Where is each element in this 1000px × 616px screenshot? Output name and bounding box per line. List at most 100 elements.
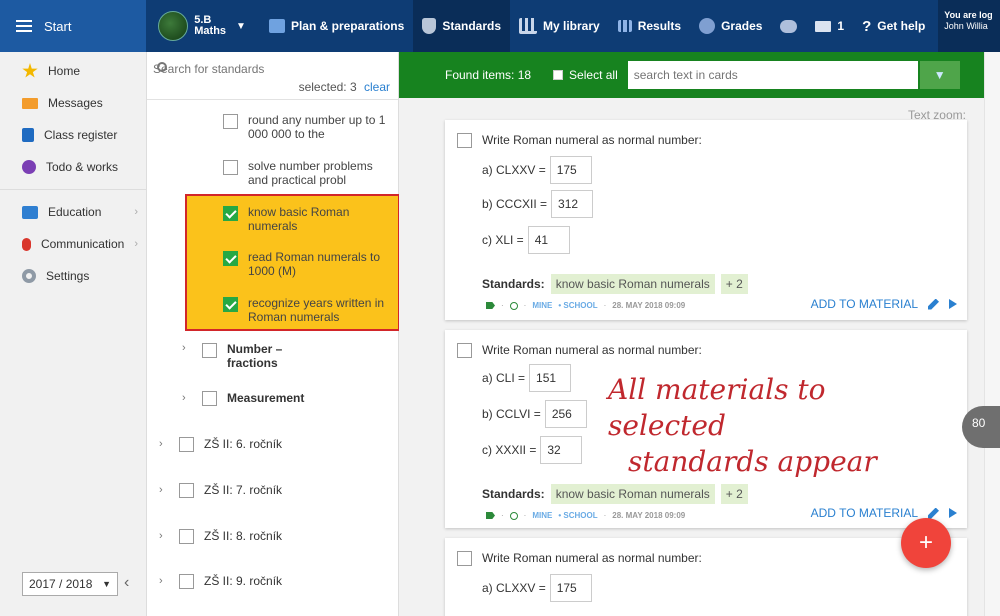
chevron-right-icon[interactable]: › <box>159 530 169 542</box>
question-icon: ? <box>862 17 872 35</box>
add-fab-button[interactable]: + <box>901 518 951 568</box>
scrollbar[interactable] <box>984 52 1000 616</box>
user-account[interactable]: You are log John Willia <box>938 0 1000 52</box>
select-all-checkbox[interactable] <box>553 70 564 80</box>
globe-icon <box>509 301 518 310</box>
more-standards-tag[interactable]: + 2 <box>720 274 748 294</box>
tree-checkbox[interactable] <box>202 343 217 358</box>
standard-item[interactable]: round any number up to 1 000 000 to the <box>223 113 388 141</box>
nav-standards[interactable]: Standards <box>413 0 510 52</box>
start-menu-button[interactable]: Start <box>0 0 147 52</box>
school-year-select[interactable]: 2017 / 2018 ▼ <box>22 572 118 596</box>
add-to-material-link[interactable]: ADD TO MATERIAL <box>811 506 918 520</box>
sidebar-item-home[interactable]: Home <box>0 55 146 87</box>
standard-tag[interactable]: know basic Roman numerals <box>550 274 715 294</box>
hamburger-icon <box>16 20 32 32</box>
tree-checkbox[interactable] <box>179 574 194 589</box>
chevron-right-icon[interactable]: › <box>159 575 169 587</box>
standard-item[interactable]: know basic Roman numerals <box>223 205 388 233</box>
sidebar-item-communication[interactable]: Communication › <box>0 228 146 260</box>
tree-checkbox[interactable] <box>202 391 217 406</box>
standard-tag[interactable]: know basic Roman numerals <box>550 484 715 504</box>
answer-field[interactable]: 175 <box>549 156 592 184</box>
mail-button[interactable]: 1 <box>806 0 853 52</box>
chat-button[interactable] <box>771 0 806 52</box>
standard-checkbox[interactable] <box>223 114 238 129</box>
tree-checkbox[interactable] <box>179 437 194 452</box>
card-checkbox[interactable] <box>457 343 472 358</box>
sidebar-item-messages[interactable]: Messages <box>0 87 146 119</box>
pencil-icon[interactable] <box>928 507 939 519</box>
chevron-right-icon: › <box>134 238 138 250</box>
standard-item[interactable]: recognize years written in Roman numeral… <box>223 296 388 324</box>
tag-icon <box>486 512 495 519</box>
answer-field[interactable]: 256 <box>544 400 587 428</box>
chevron-right-icon[interactable]: › <box>159 438 169 450</box>
standard-checkbox[interactable] <box>223 160 238 175</box>
card-checkbox[interactable] <box>457 133 472 148</box>
standards-label: Standards: <box>482 277 545 291</box>
answer-field[interactable]: 32 <box>540 436 583 464</box>
clear-selection-link[interactable]: clear <box>364 80 390 94</box>
communication-icon <box>22 237 31 251</box>
material-card: Write Roman numeral as normal number: a)… <box>445 120 967 320</box>
owner-label: MINE <box>532 511 553 520</box>
standard-checkbox-checked[interactable] <box>223 297 238 312</box>
sidebar-item-settings[interactable]: Settings <box>0 260 146 292</box>
nav-my-library[interactable]: My library <box>510 0 609 52</box>
filter-button[interactable]: ▼ <box>919 61 960 89</box>
user-name: John Willia <box>944 21 988 31</box>
answer-field[interactable]: 151 <box>529 364 572 392</box>
chevron-right-icon[interactable]: › <box>182 342 192 354</box>
scope-label: • SCHOOL <box>558 511 598 520</box>
bar-chart-icon <box>617 20 632 32</box>
user-status: You are log <box>944 10 993 20</box>
standards-search: selected: 3 clear <box>147 52 398 100</box>
play-icon[interactable] <box>949 299 957 309</box>
chevron-right-icon[interactable]: › <box>182 392 192 404</box>
add-to-material-link[interactable]: ADD TO MATERIAL <box>811 297 918 311</box>
nav-plan-preparations[interactable]: Plan & preparations <box>260 0 413 52</box>
standard-checkbox-checked[interactable] <box>223 251 238 266</box>
annotation-callout: All materials to selected standards appe… <box>608 373 877 478</box>
play-icon[interactable] <box>949 508 957 518</box>
answer-field[interactable]: 175 <box>549 574 592 602</box>
standard-checkbox-checked[interactable] <box>223 206 238 221</box>
standard-item[interactable]: read Roman numerals to 1000 (M) <box>223 250 388 278</box>
globe-icon <box>509 511 518 520</box>
top-navigation-bar: Start 5.B Maths ▼ Plan & preparations St… <box>0 0 1000 52</box>
more-standards-tag[interactable]: + 2 <box>720 484 748 504</box>
tree-node[interactable]: › ZŠ II: 8. ročník <box>159 528 282 544</box>
tree-node[interactable]: › ZŠ II: 7. ročník <box>159 482 282 498</box>
tree-node[interactable]: › ZŠ II: 6. ročník <box>159 436 282 452</box>
sidebar-item-education[interactable]: Education › <box>0 196 146 228</box>
select-all-toggle[interactable]: Select all <box>553 68 618 82</box>
chevron-right-icon: › <box>134 206 138 218</box>
standards-search-input[interactable] <box>153 62 293 76</box>
standard-item[interactable]: solve number problems and practical prob… <box>223 159 388 187</box>
pencil-icon[interactable] <box>928 298 939 310</box>
date-label: 28. MAY 2018 09:09 <box>612 301 686 310</box>
tree-node[interactable]: › Measurement <box>182 390 304 406</box>
answer-field[interactable]: 41 <box>527 226 570 254</box>
class-selector[interactable]: 5.B Maths ▼ <box>158 11 246 41</box>
answer-field[interactable]: 312 <box>551 190 594 218</box>
tree-node[interactable]: › Number – fractions <box>182 342 307 370</box>
owner-label: MINE <box>532 301 553 310</box>
tree-checkbox[interactable] <box>179 483 194 498</box>
help-button[interactable]: ? Get help <box>853 0 934 52</box>
sidebar-item-todo-works[interactable]: Todo & works <box>0 151 146 183</box>
card-checkbox[interactable] <box>457 551 472 566</box>
side-progress-badge[interactable]: 80 <box>962 406 1000 448</box>
nav-results[interactable]: Results <box>609 0 690 52</box>
collapse-sidebar-icon[interactable]: ‹ <box>124 574 129 592</box>
selected-count: selected: 3 <box>298 80 357 94</box>
scope-label: • SCHOOL <box>558 301 598 310</box>
card-text-search-input[interactable] <box>627 61 918 89</box>
sidebar-divider <box>0 189 146 190</box>
tree-checkbox[interactable] <box>179 529 194 544</box>
sidebar-item-class-register[interactable]: Class register <box>0 119 146 151</box>
tree-node[interactable]: › ZŠ II: 9. ročník <box>159 573 282 589</box>
nav-grades[interactable]: Grades <box>690 0 771 52</box>
chevron-right-icon[interactable]: › <box>159 484 169 496</box>
